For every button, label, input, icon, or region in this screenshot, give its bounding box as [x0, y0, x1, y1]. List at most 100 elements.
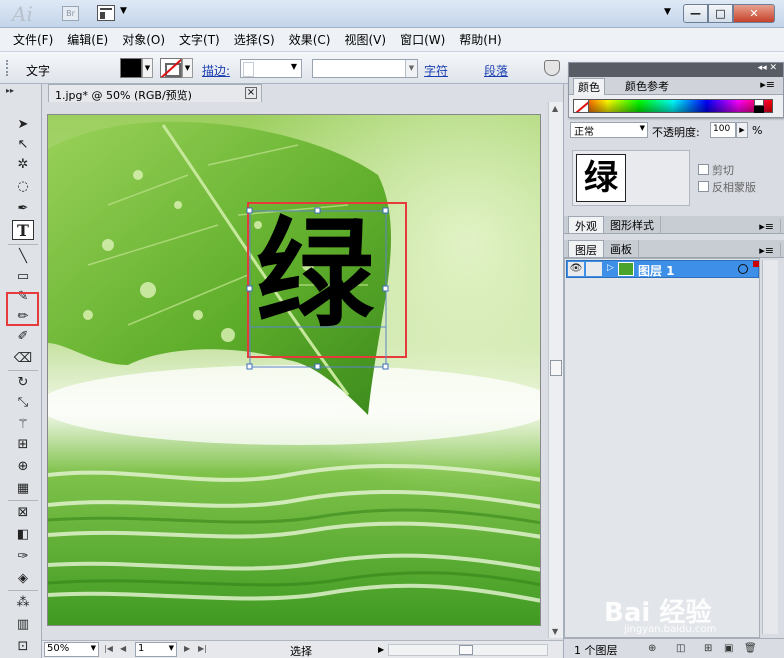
options-icon[interactable]: [544, 60, 560, 76]
menu-file[interactable]: 文件(F): [13, 31, 53, 48]
white-swatch[interactable]: [754, 99, 764, 106]
first-artboard-icon[interactable]: |◀: [104, 644, 113, 653]
font-family-select[interactable]: ▼: [312, 59, 418, 78]
menu-edit[interactable]: 编辑(E): [67, 31, 108, 48]
visibility-eye-icon[interactable]: 👁: [568, 262, 584, 276]
none-color-swatch[interactable]: [573, 99, 589, 113]
shape-builder-tool-icon[interactable]: ⊕: [12, 456, 34, 476]
free-transform-tool-icon[interactable]: ⊞: [12, 434, 34, 454]
menu-select[interactable]: 选择(S): [234, 31, 275, 48]
checkbox-box[interactable]: [698, 181, 709, 192]
invert-mask-checkbox[interactable]: 反相蒙版: [698, 179, 756, 195]
stroke-dropdown-icon[interactable]: ▼: [182, 58, 193, 78]
close-icon[interactable]: ×: [245, 87, 257, 99]
paragraph-panel-link[interactable]: 段落: [484, 62, 508, 79]
stroke-color-swatch[interactable]: [160, 58, 182, 78]
chevron-down-icon[interactable]: ▼: [169, 644, 174, 652]
clip-checkbox[interactable]: 剪切: [698, 162, 734, 178]
delete-layer-icon[interactable]: 🗑: [744, 643, 757, 654]
artboard-canvas[interactable]: 绿: [47, 114, 541, 626]
type-tool-icon[interactable]: T: [12, 220, 34, 240]
vertical-scrollbar[interactable]: ▲ ▼: [548, 102, 563, 638]
panel-menu-icon[interactable]: ▸≡: [756, 78, 779, 91]
scroll-down-icon[interactable]: ▼: [552, 627, 558, 636]
scroll-up-icon[interactable]: ▲: [552, 104, 558, 113]
eyedropper-tool-icon[interactable]: ✑: [12, 546, 34, 566]
opacity-input[interactable]: 100: [710, 122, 736, 138]
locate-object-icon[interactable]: ⊕: [648, 643, 656, 654]
artboard-number-select[interactable]: ▼ 1: [135, 642, 177, 657]
workspace-chevron-icon[interactable]: ▼: [664, 7, 671, 17]
panel-collapse-icon[interactable]: ▸▸: [6, 86, 14, 95]
menu-effect[interactable]: 效果(C): [289, 31, 331, 48]
lock-toggle[interactable]: [586, 262, 602, 276]
scrollbar-thumb[interactable]: [459, 645, 473, 655]
selected-text-glyph[interactable]: 绿: [256, 209, 386, 339]
panel-menu-icon[interactable]: ▸≡: [753, 243, 781, 258]
layer-target-icon[interactable]: [738, 264, 748, 274]
blend-tool-icon[interactable]: ◈: [12, 568, 34, 588]
previous-artboard-icon[interactable]: ◀: [120, 644, 126, 653]
close-button[interactable]: ✕: [733, 4, 775, 23]
menu-help[interactable]: 帮助(H): [459, 31, 501, 48]
last-artboard-icon[interactable]: ▶|: [198, 644, 207, 653]
stroke-weight-input[interactable]: ▼: [240, 59, 302, 78]
fill-dropdown-icon[interactable]: ▼: [142, 58, 153, 78]
scrollbar-thumb[interactable]: [550, 360, 562, 376]
chevron-down-icon[interactable]: ▼: [405, 60, 417, 77]
artboard-tool-icon[interactable]: ⊡: [12, 636, 34, 656]
chevron-down-icon[interactable]: ▼: [291, 62, 297, 71]
tab-artboards[interactable]: 画板: [604, 240, 639, 257]
eraser-tool-icon[interactable]: ⌫: [12, 348, 34, 368]
arrange-documents-icon[interactable]: [97, 5, 115, 21]
document-tab[interactable]: 1.jpg* @ 50% (RGB/预览) ×: [48, 84, 262, 102]
next-artboard-icon[interactable]: ▶: [184, 644, 190, 653]
mesh-tool-icon[interactable]: ⊠: [12, 502, 34, 522]
direct-selection-tool-icon[interactable]: ↖: [12, 134, 34, 154]
character-panel-link[interactable]: 字符: [424, 62, 448, 79]
tab-color-guide[interactable]: 颜色参考: [621, 78, 673, 94]
fill-color-swatch[interactable]: [120, 58, 142, 78]
symbol-sprayer-tool-icon[interactable]: ⁂: [12, 592, 34, 612]
layer-name[interactable]: 图层 1: [638, 262, 675, 279]
stroke-link[interactable]: 描边:: [202, 62, 230, 79]
grip-handle[interactable]: [6, 60, 10, 76]
pen-tool-icon[interactable]: ✒: [12, 198, 34, 218]
menu-type[interactable]: 文字(T): [179, 31, 220, 48]
make-clipping-mask-icon[interactable]: ◫: [676, 643, 685, 654]
zoom-select[interactable]: ▼ 50%: [44, 642, 99, 657]
panel-collapse-icon[interactable]: ◂◂ ✕: [758, 63, 777, 73]
column-graph-tool-icon[interactable]: ▥: [12, 614, 34, 634]
blend-mode-select[interactable]: 正常 ▼: [570, 122, 648, 138]
tab-appearance[interactable]: 外观: [568, 216, 604, 233]
magic-wand-tool-icon[interactable]: ✲: [12, 154, 34, 174]
checkbox-box[interactable]: [698, 164, 709, 175]
width-tool-icon[interactable]: ⚚: [12, 414, 34, 434]
new-layer-icon[interactable]: ▣: [724, 643, 733, 654]
chevron-down-icon[interactable]: ▼: [640, 124, 645, 132]
status-text[interactable]: 选择: [290, 643, 312, 658]
status-menu-icon[interactable]: ▶: [378, 645, 384, 654]
blob-brush-tool-icon[interactable]: ✐: [12, 326, 34, 346]
rectangle-tool-icon[interactable]: ▭: [12, 266, 34, 286]
scale-tool-icon[interactable]: ⤡: [12, 392, 34, 412]
minimize-button[interactable]: —: [683, 4, 708, 23]
line-segment-tool-icon[interactable]: ╲: [12, 246, 34, 266]
bridge-button[interactable]: Br: [62, 6, 79, 21]
rotate-tool-icon[interactable]: ↻: [12, 372, 34, 392]
tab-graphic-styles[interactable]: 图形样式: [604, 216, 661, 233]
menu-object[interactable]: 对象(O): [122, 31, 165, 48]
layers-scrollbar[interactable]: [762, 260, 778, 634]
opacity-slider-icon[interactable]: ▶: [736, 122, 748, 138]
chevron-down-icon[interactable]: ▼: [91, 644, 96, 652]
color-panel-header[interactable]: ◂◂ ✕: [569, 63, 783, 77]
expand-triangle-icon[interactable]: ▷: [607, 263, 614, 273]
chevron-down-icon[interactable]: ▼: [120, 6, 127, 16]
selection-tool-icon[interactable]: ➤: [12, 114, 34, 134]
gradient-tool-icon[interactable]: ◧: [12, 524, 34, 544]
menu-view[interactable]: 视图(V): [344, 31, 386, 48]
object-thumbnail[interactable]: 绿: [576, 154, 626, 202]
tab-color[interactable]: 颜色: [573, 78, 605, 95]
panel-menu-icon[interactable]: ▸≡: [753, 219, 781, 234]
layer-row[interactable]: 👁 ▷ 图层 1: [566, 260, 759, 278]
